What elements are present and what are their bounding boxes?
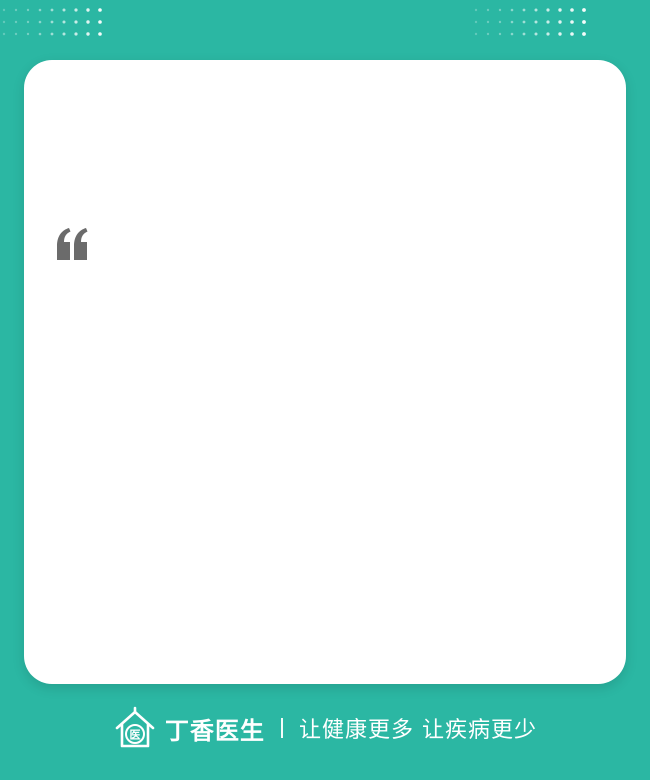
logo-badge-text: 医 <box>130 729 141 742</box>
decorative-dots-left-icon <box>2 8 102 36</box>
decorative-dots-right-icon <box>474 8 586 36</box>
brand-name: 丁香医生 <box>165 716 265 745</box>
brand-slogan: 让健康更多 让疾病更少 <box>299 718 537 743</box>
quote-card <box>24 60 626 684</box>
house-hospital-logo-icon: 医 <box>115 706 155 748</box>
brand-footer: 医 丁香医生 让健康更多 让疾病更少 <box>0 700 650 756</box>
open-quote-icon <box>57 228 88 260</box>
footer-divider <box>281 718 283 738</box>
share-card-page: 医 丁香医生 让健康更多 让疾病更少 <box>0 0 650 780</box>
